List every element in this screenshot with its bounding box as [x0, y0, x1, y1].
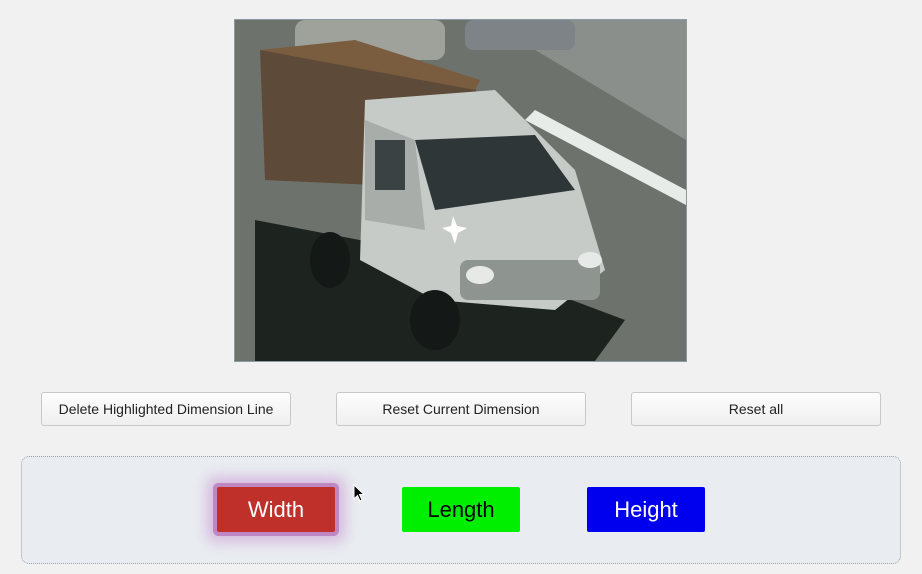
reset-current-dimension-button[interactable]: Reset Current Dimension	[336, 392, 586, 426]
delete-highlighted-dimension-line-button[interactable]: Delete Highlighted Dimension Line	[41, 392, 291, 426]
vehicle-image[interactable]	[234, 19, 687, 362]
truck-photo-icon	[235, 20, 686, 361]
height-dimension-button[interactable]: Height	[587, 487, 705, 532]
length-dimension-button[interactable]: Length	[402, 487, 520, 532]
width-dimension-button[interactable]: Width	[217, 487, 335, 532]
reset-all-button[interactable]: Reset all	[631, 392, 881, 426]
app-root: Delete Highlighted Dimension Line Reset …	[0, 0, 922, 574]
